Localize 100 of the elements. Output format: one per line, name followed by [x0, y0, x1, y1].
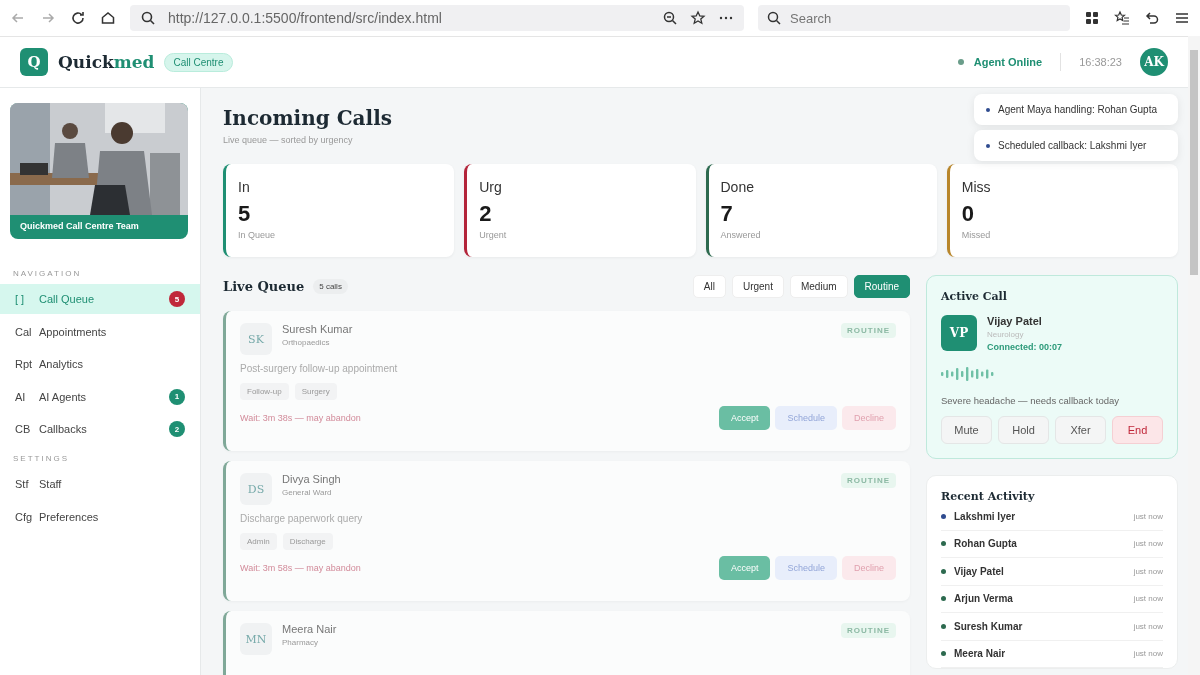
brand-name: Quickmed: [58, 52, 155, 72]
call-tag: Discharge: [282, 533, 333, 550]
user-avatar[interactable]: AK: [1140, 48, 1168, 76]
agent-status: Agent Online: [973, 56, 1043, 68]
nav-item-icon: Rpt: [15, 358, 31, 370]
filter-button[interactable]: Medium: [789, 274, 848, 298]
caller-initials: DS: [240, 473, 272, 505]
call-tag: Surgery: [294, 383, 337, 400]
activity-name: Suresh Kumar: [954, 620, 1023, 632]
call-control-button[interactable]: End: [1112, 416, 1163, 444]
star-icon[interactable]: [690, 10, 706, 26]
stat-value: 2: [479, 201, 493, 227]
nav-item-icon: Stf: [15, 478, 31, 490]
zoom-out-icon[interactable]: [662, 10, 678, 26]
call-tag: Admin: [240, 533, 277, 550]
grid-icon[interactable]: [1084, 10, 1100, 26]
waveform-icon: [941, 366, 995, 382]
bookmarks-icon[interactable]: [1114, 10, 1130, 26]
page-title: Incoming Calls: [223, 106, 392, 130]
search-icon: [140, 10, 156, 26]
nav-item-icon: [ ]: [15, 293, 31, 305]
nav-section-title: SETTINGS: [12, 454, 70, 463]
menu-icon[interactable]: [1174, 10, 1190, 26]
caller-department: General Ward: [282, 488, 333, 497]
section-tag: Call Centre: [164, 52, 233, 72]
logo-icon: Q: [20, 48, 48, 76]
count-badge: 1: [169, 388, 185, 405]
call-timer: Connected: 00:07: [987, 342, 1063, 352]
status-dot: [957, 59, 964, 65]
call-note: Severe headache — needs callback today: [941, 395, 1120, 406]
filter-button[interactable]: Urgent: [731, 274, 784, 298]
stat-label: Urg: [479, 179, 503, 195]
activity-name: Arjun Verma: [954, 593, 1013, 605]
reload-icon[interactable]: [70, 10, 86, 26]
nav-item[interactable]: Cfg Preferences: [0, 501, 200, 532]
stat-caption: In Queue: [238, 230, 277, 240]
stat-value: 5: [238, 201, 252, 227]
nav-item-icon: Cal: [15, 325, 31, 338]
nav-item[interactable]: AI AI Agents 1: [0, 381, 200, 412]
caller-name: Meera Nair: [282, 623, 337, 635]
home-icon[interactable]: [100, 10, 116, 26]
activity-name: Vijay Patel: [954, 565, 1004, 577]
activity-time: just now: [1133, 566, 1163, 576]
call-reason: Discharge paperwork query: [240, 513, 364, 524]
activity-time: just now: [1133, 594, 1163, 604]
stat-caption: Answered: [720, 230, 762, 240]
nav-item[interactable]: Rpt Analytics: [0, 349, 200, 379]
caller-department: Pharmacy: [282, 638, 319, 647]
caller-name: Vijay Patel: [987, 315, 1043, 327]
stat-value: 0: [961, 201, 975, 227]
caller-department: Orthopaedics: [282, 338, 331, 347]
nav-item[interactable]: CB Callbacks 2: [0, 414, 200, 444]
wait-time: Wait: 3m 38s — may abandon: [240, 413, 361, 423]
notification-toast: Scheduled callback: Lakshmi Iyer: [974, 130, 1178, 161]
url-text: http://127.0.0.1:5500/frontend/src/index.html: [168, 10, 442, 26]
caller-department: Neurology: [987, 330, 1025, 339]
filter-button[interactable]: All: [692, 274, 726, 298]
stat-label: Miss: [961, 179, 992, 195]
count-badge: 5: [169, 291, 185, 307]
activity-time: just now: [1133, 649, 1163, 659]
nav-item[interactable]: Stf Staff: [0, 469, 200, 499]
nav-item-label: Analytics: [39, 358, 84, 370]
nav-item[interactable]: Cal Appointments: [0, 316, 200, 347]
activity-time: just now: [1133, 621, 1163, 631]
call-tag: Follow-up: [240, 383, 289, 400]
wait-time: Wait: 3m 58s — may abandon: [240, 563, 361, 573]
call-control-button[interactable]: Hold: [998, 416, 1049, 444]
stat-value: 7: [720, 201, 734, 227]
panel-title: Recent Activity: [941, 490, 1036, 503]
caller-name: Suresh Kumar: [282, 323, 353, 335]
nav-item[interactable]: [ ] Call Queue 5: [0, 284, 200, 314]
address-bar[interactable]: http://127.0.0.1:5500/frontend/src/index.html: [130, 5, 744, 31]
nav-item-label: Staff: [39, 478, 62, 490]
activity-name: Meera Nair: [954, 648, 1006, 660]
caller-avatar: VP: [941, 315, 977, 351]
priority-badge: ROUTINE: [841, 623, 896, 638]
call-control-button[interactable]: Xfer: [1055, 416, 1106, 444]
count-badge: 5 calls: [313, 278, 348, 294]
nav-item-label: Callbacks: [39, 423, 87, 435]
call-control-button[interactable]: Mute: [941, 416, 992, 444]
stat-label: In: [238, 179, 251, 195]
nav-item-label: Appointments: [39, 325, 107, 338]
panel-title: Active Call: [941, 290, 1008, 303]
priority-badge: ROUTINE: [841, 473, 896, 488]
undo-icon[interactable]: [1144, 10, 1160, 26]
nav-item-icon: AI: [15, 390, 31, 403]
nav-section-title: NAVIGATION: [12, 269, 83, 278]
section-title: Live Queue: [223, 278, 305, 294]
call-reason: Post-surgery follow-up appointment: [240, 363, 399, 374]
filter-button[interactable]: Routine: [853, 274, 910, 298]
search-field[interactable]: Search: [758, 5, 1070, 31]
caller-name: Divya Singh: [282, 473, 341, 485]
nav-item-label: AI Agents: [39, 390, 87, 403]
notification-toast: Agent Maya handling: Rohan Gupta: [974, 94, 1178, 125]
stat-caption: Missed: [961, 230, 992, 240]
nav-item-label: Preferences: [39, 510, 99, 523]
nav-item-icon: CB: [15, 423, 31, 435]
activity-time: just now: [1133, 511, 1163, 521]
stat-caption: Urgent: [479, 230, 508, 240]
activity-time: just now: [1133, 539, 1163, 549]
